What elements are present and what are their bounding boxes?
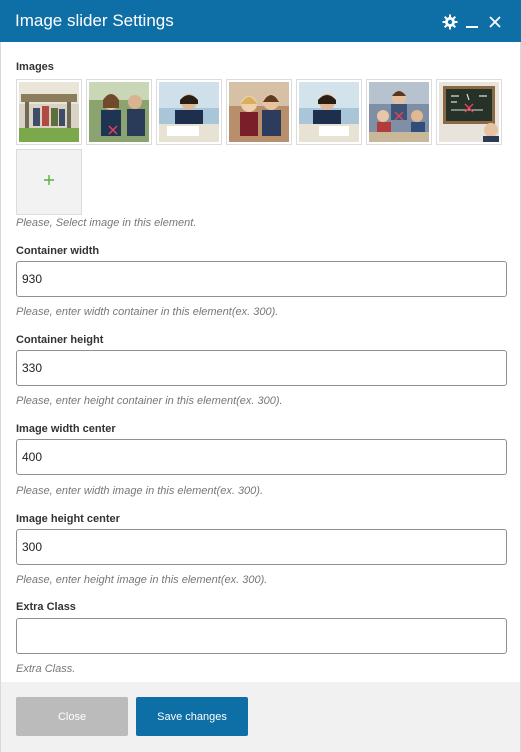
gear-icon[interactable] — [441, 13, 459, 31]
dialog-content: Images Please, Select image in this elem… — [0, 42, 521, 682]
image-thumbnail[interactable] — [436, 79, 502, 145]
image-height-center-input[interactable] — [16, 529, 507, 565]
plus-icon — [43, 173, 55, 191]
container-width-label: Container width — [16, 245, 100, 257]
extra-class-label: Extra Class — [16, 601, 76, 613]
close-icon[interactable] — [486, 13, 504, 31]
image-width-center-label: Image width center — [16, 423, 116, 435]
image-width-center-input[interactable] — [16, 439, 507, 475]
container-height-help-text: Please, enter height container in this e… — [16, 395, 283, 407]
images-help-text: Please, Select image in this element. — [16, 217, 197, 229]
extra-class-help-text: Extra Class. — [16, 663, 76, 675]
dialog-title: Image slider Settings — [15, 11, 174, 30]
image-thumbnail[interactable] — [226, 79, 292, 145]
dialog-titlebar[interactable]: Image slider Settings — [0, 0, 521, 42]
image-height-center-help-text: Please, enter height image in this eleme… — [16, 574, 268, 586]
image-thumbnail[interactable] — [86, 79, 152, 145]
container-width-input[interactable] — [16, 261, 507, 297]
images-label: Images — [16, 61, 54, 73]
save-changes-button[interactable]: Save changes — [136, 697, 248, 736]
image-thumbnail[interactable] — [156, 79, 222, 145]
container-height-input[interactable] — [16, 350, 507, 386]
close-button[interactable]: Close — [16, 697, 128, 736]
image-thumbnail[interactable] — [16, 79, 82, 145]
minimize-icon[interactable] — [463, 13, 481, 31]
image-thumbnail[interactable] — [296, 79, 362, 145]
image-height-center-label: Image height center — [16, 513, 120, 525]
container-width-help-text: Please, enter width container in this el… — [16, 306, 279, 318]
image-width-center-help-text: Please, enter width image in this elemen… — [16, 485, 264, 497]
add-image-button[interactable] — [16, 149, 82, 215]
container-height-label: Container height — [16, 334, 104, 346]
image-thumbnail[interactable] — [366, 79, 432, 145]
extra-class-input[interactable] — [16, 618, 507, 654]
image-slider-settings-dialog: Image slider Settings Images Please, Sel… — [0, 0, 521, 752]
dialog-footer: Close Save changes — [0, 682, 521, 752]
